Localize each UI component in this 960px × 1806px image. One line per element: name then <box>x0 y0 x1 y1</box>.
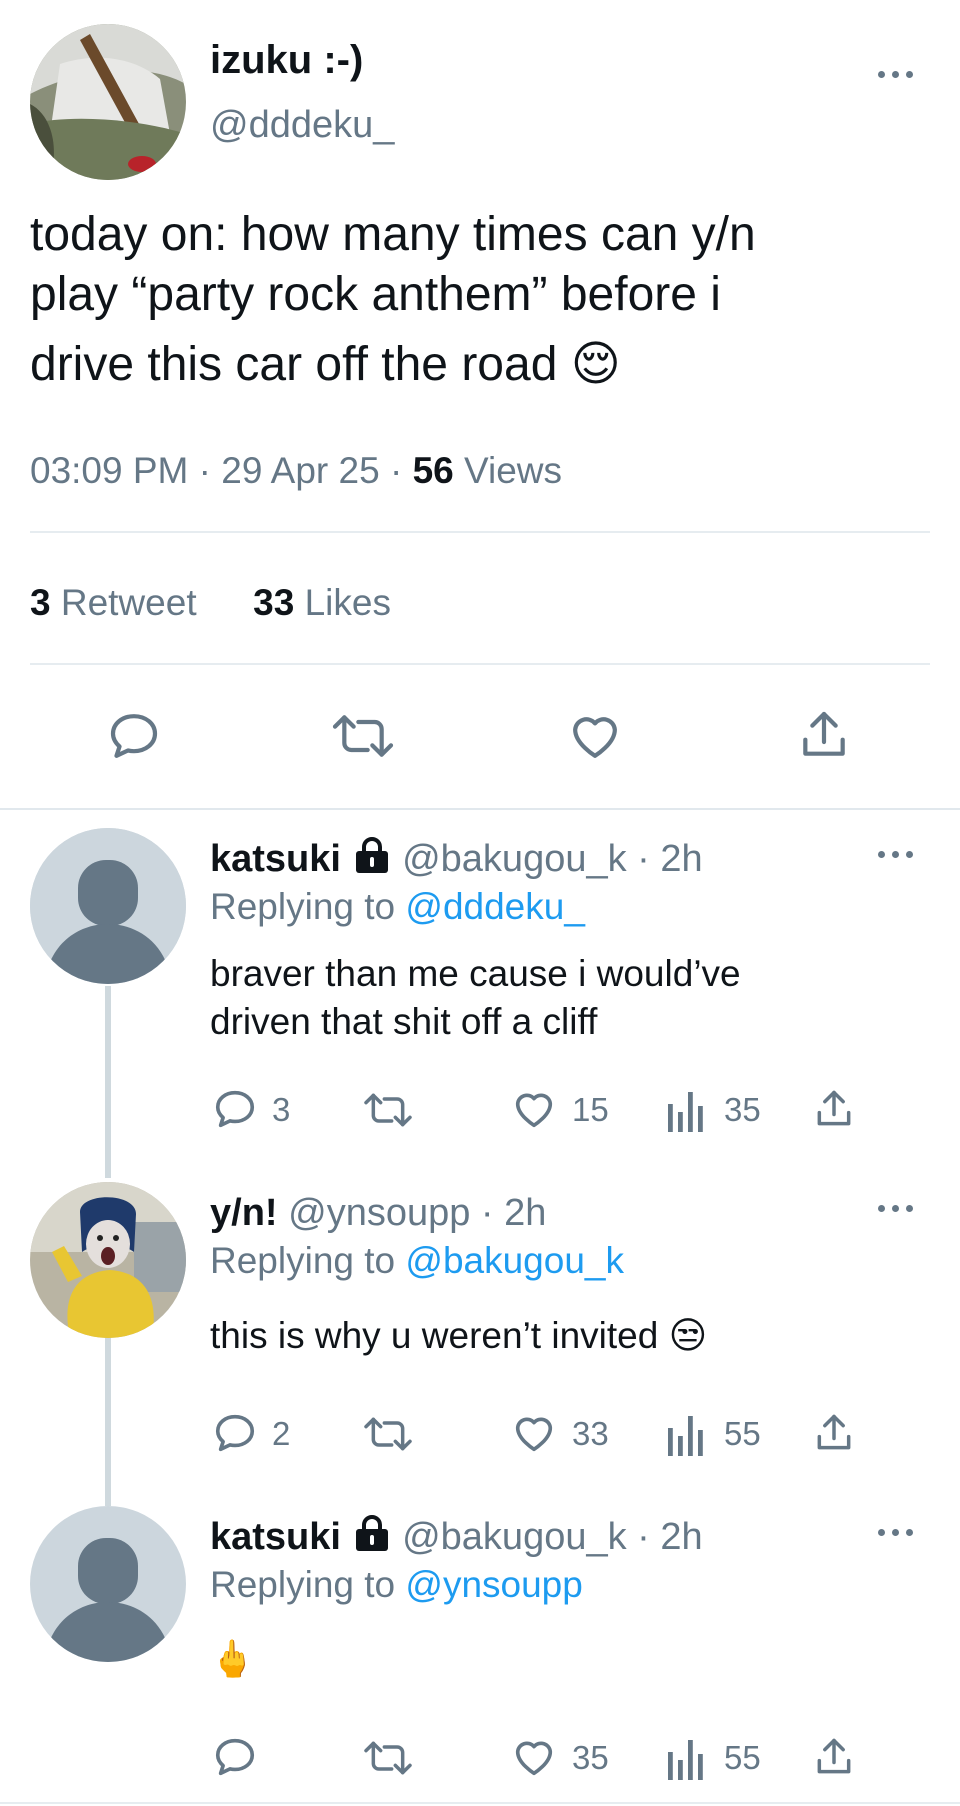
replying-to-row: Replying to @ynsoupp <box>210 1562 583 1608</box>
main-more-options-icon[interactable] <box>878 68 918 82</box>
replying-to-label: Replying to <box>210 1240 396 1281</box>
reply-handle-time[interactable]: @bakugou_k · 2h <box>402 838 703 880</box>
like-icon[interactable] <box>510 1410 558 1456</box>
separator-dot: · <box>389 450 413 491</box>
thread-connector-line <box>105 986 111 1178</box>
like-icon[interactable] <box>566 708 624 764</box>
views-icon[interactable] <box>666 1736 706 1780</box>
like-count: 33 <box>572 1415 609 1452</box>
reply-more-options-icon[interactable] <box>878 1202 918 1216</box>
replying-to-link[interactable]: @dddeku_ <box>405 886 585 927</box>
main-tweet-line-2: play “party rock anthem” before i <box>30 268 721 321</box>
likes-label[interactable]: Likes <box>305 582 391 623</box>
retweet-label[interactable]: Retweet <box>61 582 197 623</box>
retweet-icon[interactable] <box>330 708 396 764</box>
reply-count: 2 <box>272 1415 291 1452</box>
reply-text-line-1: braver than me cause i would’ve <box>210 953 741 994</box>
replying-to-label: Replying to <box>210 886 396 927</box>
middle-finger-emoji: 🖕 <box>210 1638 255 1679</box>
share-icon[interactable] <box>812 1086 856 1132</box>
divider <box>30 531 930 533</box>
lock-icon <box>352 1513 392 1562</box>
replying-to-label: Replying to <box>210 1564 396 1605</box>
replying-to-row: Replying to @dddeku_ <box>210 884 585 930</box>
reply-icon[interactable] <box>212 1734 258 1780</box>
engagement-stats-row: 3 Retweet 33 Likes <box>30 580 391 626</box>
reply-more-options-icon[interactable] <box>878 848 918 862</box>
section-divider <box>0 808 960 810</box>
share-icon[interactable] <box>796 706 852 764</box>
reply-header: katsuki @bakugou_k · 2h <box>210 835 703 884</box>
views-icon[interactable] <box>666 1088 706 1132</box>
main-time[interactable]: 03:09 PM <box>30 450 188 491</box>
main-timestamp-row: 03:09 PM · 29 Apr 25 · 56 Views <box>30 448 562 494</box>
retweet-count[interactable]: 3 <box>30 582 51 623</box>
main-display-name[interactable]: izuku :-) <box>210 36 363 84</box>
main-tweet-line-1: today on: how many times can y/n <box>30 208 756 261</box>
main-tweet-text: today on: how many times can y/n play “p… <box>30 205 756 395</box>
reply-text-line-1: this is why u weren’t invited <box>210 1315 659 1356</box>
main-views-count: 56 <box>412 450 454 491</box>
reply-avatar-yn[interactable] <box>30 1182 186 1338</box>
reply-text: braver than me cause i would’ve driven t… <box>210 950 741 1046</box>
separator-dot: · <box>198 450 222 491</box>
reply-display-name[interactable]: katsuki <box>210 838 341 880</box>
reply-text: 🖕 <box>210 1636 255 1682</box>
main-views-label: Views <box>464 450 563 491</box>
reply-icon[interactable] <box>212 1086 258 1132</box>
reply-more-options-icon[interactable] <box>878 1526 918 1540</box>
like-icon[interactable] <box>510 1086 558 1132</box>
reply-icon[interactable] <box>212 1410 258 1456</box>
likes-count[interactable]: 33 <box>253 582 294 623</box>
share-icon[interactable] <box>812 1734 856 1780</box>
view-count: 55 <box>724 1739 761 1776</box>
share-icon[interactable] <box>812 1410 856 1456</box>
reply-header: katsuki @bakugou_k · 2h <box>210 1513 703 1562</box>
reply-icon[interactable] <box>106 708 162 764</box>
divider <box>30 663 930 665</box>
views-icon[interactable] <box>666 1412 706 1456</box>
like-count: 35 <box>572 1739 609 1776</box>
like-count: 15 <box>572 1091 609 1128</box>
like-icon[interactable] <box>510 1734 558 1780</box>
reply-avatar-default[interactable] <box>30 828 186 984</box>
reply-text: this is why u weren’t invited 😒 <box>210 1312 707 1360</box>
reply-display-name[interactable]: y/n! <box>210 1192 278 1234</box>
bottom-divider <box>0 1802 960 1804</box>
reply-avatar-default[interactable] <box>30 1506 186 1662</box>
retweet-icon[interactable] <box>360 1088 416 1132</box>
replying-to-link[interactable]: @ynsoupp <box>405 1564 582 1605</box>
reply-handle-time[interactable]: @bakugou_k · 2h <box>402 1516 703 1558</box>
main-author-avatar[interactable] <box>30 24 186 180</box>
lock-icon <box>352 835 392 884</box>
reply-handle-time[interactable]: @ynsoupp · 2h <box>288 1192 546 1234</box>
view-count: 35 <box>724 1091 761 1128</box>
replying-to-row: Replying to @bakugou_k <box>210 1238 624 1284</box>
reply-header: y/n! @ynsoupp · 2h <box>210 1190 546 1236</box>
thread-connector-line <box>105 1338 111 1506</box>
replying-to-link[interactable]: @bakugou_k <box>405 1240 624 1281</box>
reply-text-line-2: driven that shit off a cliff <box>210 1001 598 1042</box>
view-count: 55 <box>724 1415 761 1452</box>
main-handle[interactable]: @dddeku_ <box>210 102 394 148</box>
reply-count: 3 <box>272 1091 291 1128</box>
retweet-icon[interactable] <box>360 1736 416 1780</box>
unamused-emoji: 😒 <box>668 1315 708 1356</box>
reply-display-name[interactable]: katsuki <box>210 1516 341 1558</box>
main-date[interactable]: 29 Apr 25 <box>221 450 379 491</box>
main-tweet-line-3: drive this car off the road <box>30 338 558 391</box>
relieved-emoji: 😌 <box>570 338 621 391</box>
retweet-icon[interactable] <box>360 1412 416 1456</box>
main-tweet-line-3-row: drive this car off the road 😌 <box>30 335 756 395</box>
